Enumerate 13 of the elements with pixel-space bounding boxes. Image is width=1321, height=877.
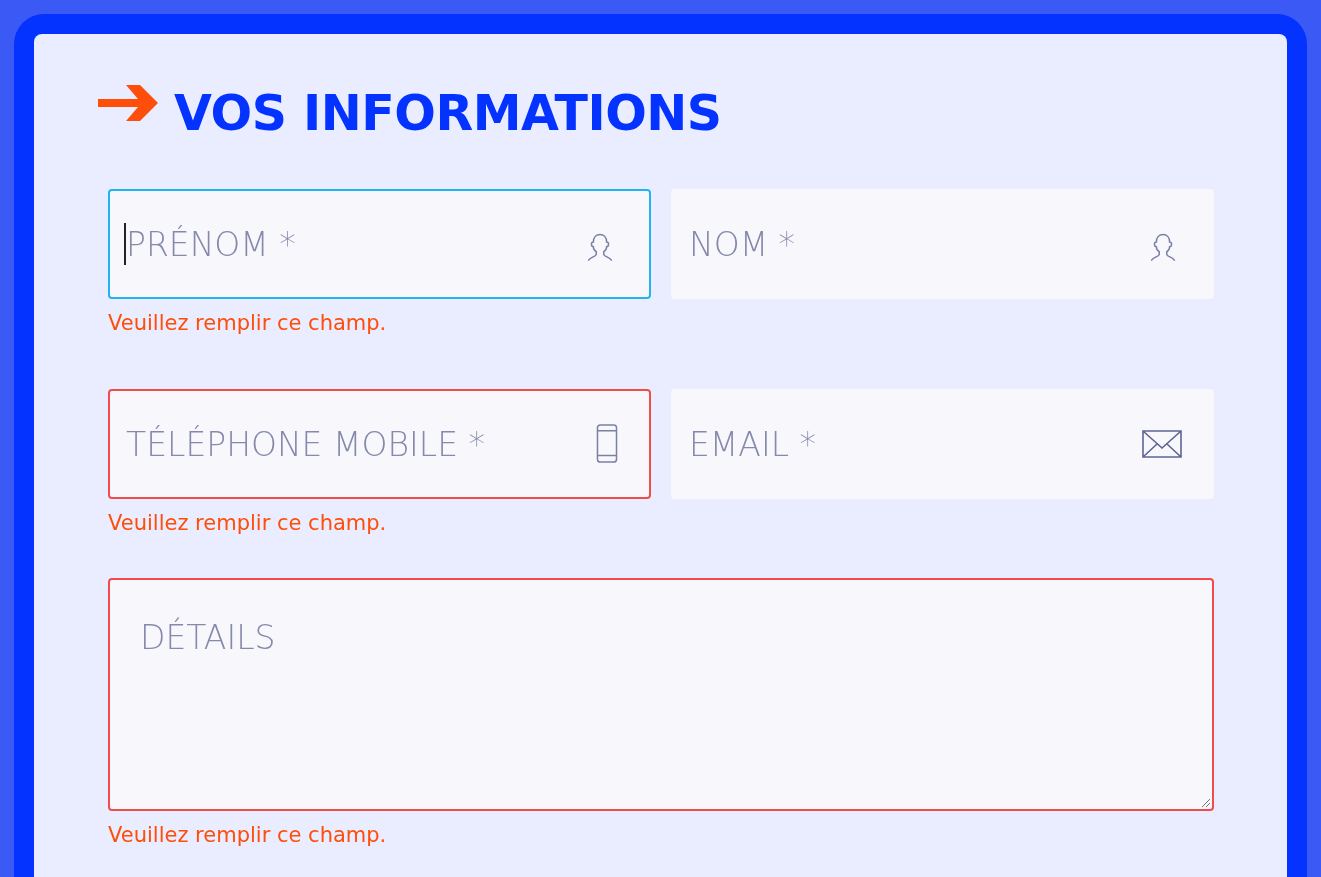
text-area[interactable]: DÉTAILS (108, 578, 1214, 811)
mail-icon (1142, 430, 1182, 458)
input-field[interactable]: EMAIL * (671, 389, 1214, 499)
input-field[interactable]: TÉLÉPHONE MOBILE * (108, 389, 651, 499)
arrow-icon (98, 82, 158, 124)
phone-icon (595, 424, 619, 464)
error-message: Veuillez remplir ce champ. (108, 511, 387, 535)
error-message: Veuillez remplir ce champ. (108, 311, 387, 335)
resize-grip-icon[interactable] (1199, 796, 1211, 808)
section-title: VOS INFORMATIONS (174, 84, 722, 144)
input-field[interactable]: NOM * (671, 189, 1214, 299)
error-message: Veuillez remplir ce champ. (108, 823, 387, 847)
input-field[interactable]: PRÉNOM * (108, 189, 651, 299)
